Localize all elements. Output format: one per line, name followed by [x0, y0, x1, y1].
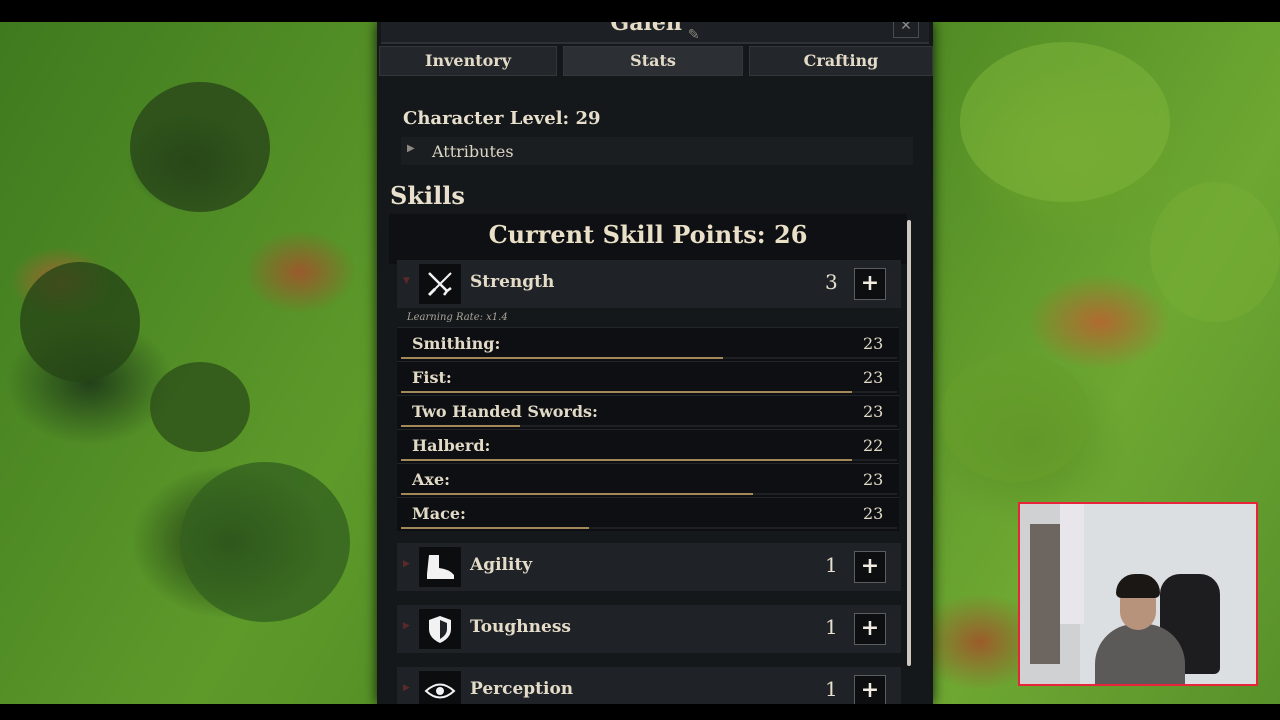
- skill-progress-bar: [401, 425, 897, 427]
- palm-tree: [20, 262, 140, 382]
- collapse-arrow-icon: ▼: [403, 276, 410, 286]
- skill-category-agility[interactable]: ▶ Agility 1 +: [397, 543, 901, 591]
- skill-category-toughness[interactable]: ▶ Toughness 1 +: [397, 605, 901, 653]
- bush: [180, 462, 350, 622]
- skill-name: Mace:: [412, 504, 466, 523]
- skill-value: 22: [863, 436, 884, 455]
- add-agility-button[interactable]: +: [854, 551, 886, 583]
- skill-row-axe: Axe: 23: [397, 463, 899, 497]
- expand-arrow-icon: ▶: [403, 683, 410, 693]
- category-value-perception: 1: [825, 677, 838, 701]
- category-value-strength: 3: [825, 270, 838, 294]
- skill-value: 23: [863, 504, 884, 523]
- category-label-toughness: Toughness: [470, 617, 571, 637]
- skill-value: 23: [863, 402, 884, 421]
- skill-category-strength[interactable]: ▼ Strength 3 +: [397, 260, 901, 308]
- category-label-agility: Agility: [470, 555, 533, 575]
- skill-progress-bar: [401, 493, 897, 495]
- skill-category-perception[interactable]: ▶ Perception 1 +: [397, 667, 901, 704]
- letterbox-top: [0, 0, 1280, 22]
- attributes-toggle[interactable]: ▶ Attributes: [401, 137, 913, 165]
- skill-value: 23: [863, 470, 884, 489]
- palm-tree: [130, 82, 270, 212]
- skills-scrollbar[interactable]: [907, 220, 911, 666]
- tab-inventory[interactable]: Inventory: [379, 46, 557, 76]
- character-name: Galen: [610, 22, 682, 36]
- skill-name: Fist:: [412, 368, 452, 387]
- skill-points-box: Current Skill Points: 26: [389, 214, 907, 264]
- character-level: Character Level: 29: [403, 108, 601, 129]
- panel-title-bar: Galen ✎ ✕: [381, 22, 929, 44]
- skill-row-halberd: Halberd: 22: [397, 429, 899, 463]
- tab-crafting[interactable]: Crafting: [749, 46, 933, 76]
- skill-name: Axe:: [412, 470, 451, 489]
- category-value-agility: 1: [825, 553, 838, 577]
- category-value-toughness: 1: [825, 615, 838, 639]
- tab-stats[interactable]: Stats: [563, 46, 743, 76]
- skill-progress-bar: [401, 459, 897, 461]
- skill-name: Smithing:: [412, 334, 501, 353]
- bush: [960, 42, 1170, 202]
- skill-progress-bar: [401, 527, 897, 529]
- skill-row-two-handed-swords: Two Handed Swords: 23: [397, 395, 899, 429]
- category-label-strength: Strength: [470, 272, 555, 292]
- skill-value: 23: [863, 334, 884, 353]
- attributes-label: Attributes: [432, 142, 514, 161]
- skill-name: Two Handed Swords:: [412, 402, 598, 421]
- sword-crossed-icon: [419, 264, 461, 304]
- skill-points-text: Current Skill Points: 26: [488, 220, 808, 249]
- edit-name-icon[interactable]: ✎: [688, 27, 700, 42]
- palm-tree: [150, 362, 250, 452]
- skill-value: 23: [863, 368, 884, 387]
- bush: [1150, 182, 1280, 322]
- expand-arrow-icon: ▶: [407, 143, 415, 154]
- skill-progress-bar: [401, 391, 897, 393]
- skill-progress-bar: [401, 357, 897, 359]
- letterbox-bottom: [0, 704, 1280, 720]
- eye-icon: [419, 671, 461, 704]
- webcam-overlay: [1018, 502, 1258, 686]
- category-label-perception: Perception: [470, 679, 574, 699]
- skills-heading: Skills: [390, 181, 465, 210]
- add-perception-button[interactable]: +: [854, 675, 886, 704]
- expand-arrow-icon: ▶: [403, 559, 410, 569]
- bush: [940, 352, 1090, 482]
- character-stats-panel: Galen ✎ ✕ Inventory Stats Crafting Charac…: [377, 22, 933, 704]
- shield-icon: [419, 609, 461, 649]
- boot-icon: [419, 547, 461, 587]
- skill-row-smithing: Smithing: 23: [397, 327, 899, 361]
- close-button[interactable]: ✕: [893, 22, 919, 38]
- skill-row-fist: Fist: 23: [397, 361, 899, 395]
- skill-name: Halberd:: [412, 436, 491, 455]
- add-toughness-button[interactable]: +: [854, 613, 886, 645]
- expand-arrow-icon: ▶: [403, 621, 410, 631]
- skill-row-mace: Mace: 23: [397, 497, 899, 531]
- add-strength-button[interactable]: +: [854, 268, 886, 300]
- learning-rate: Learning Rate: x1.4: [407, 312, 508, 323]
- panel-tabs: Inventory Stats Crafting: [377, 44, 933, 76]
